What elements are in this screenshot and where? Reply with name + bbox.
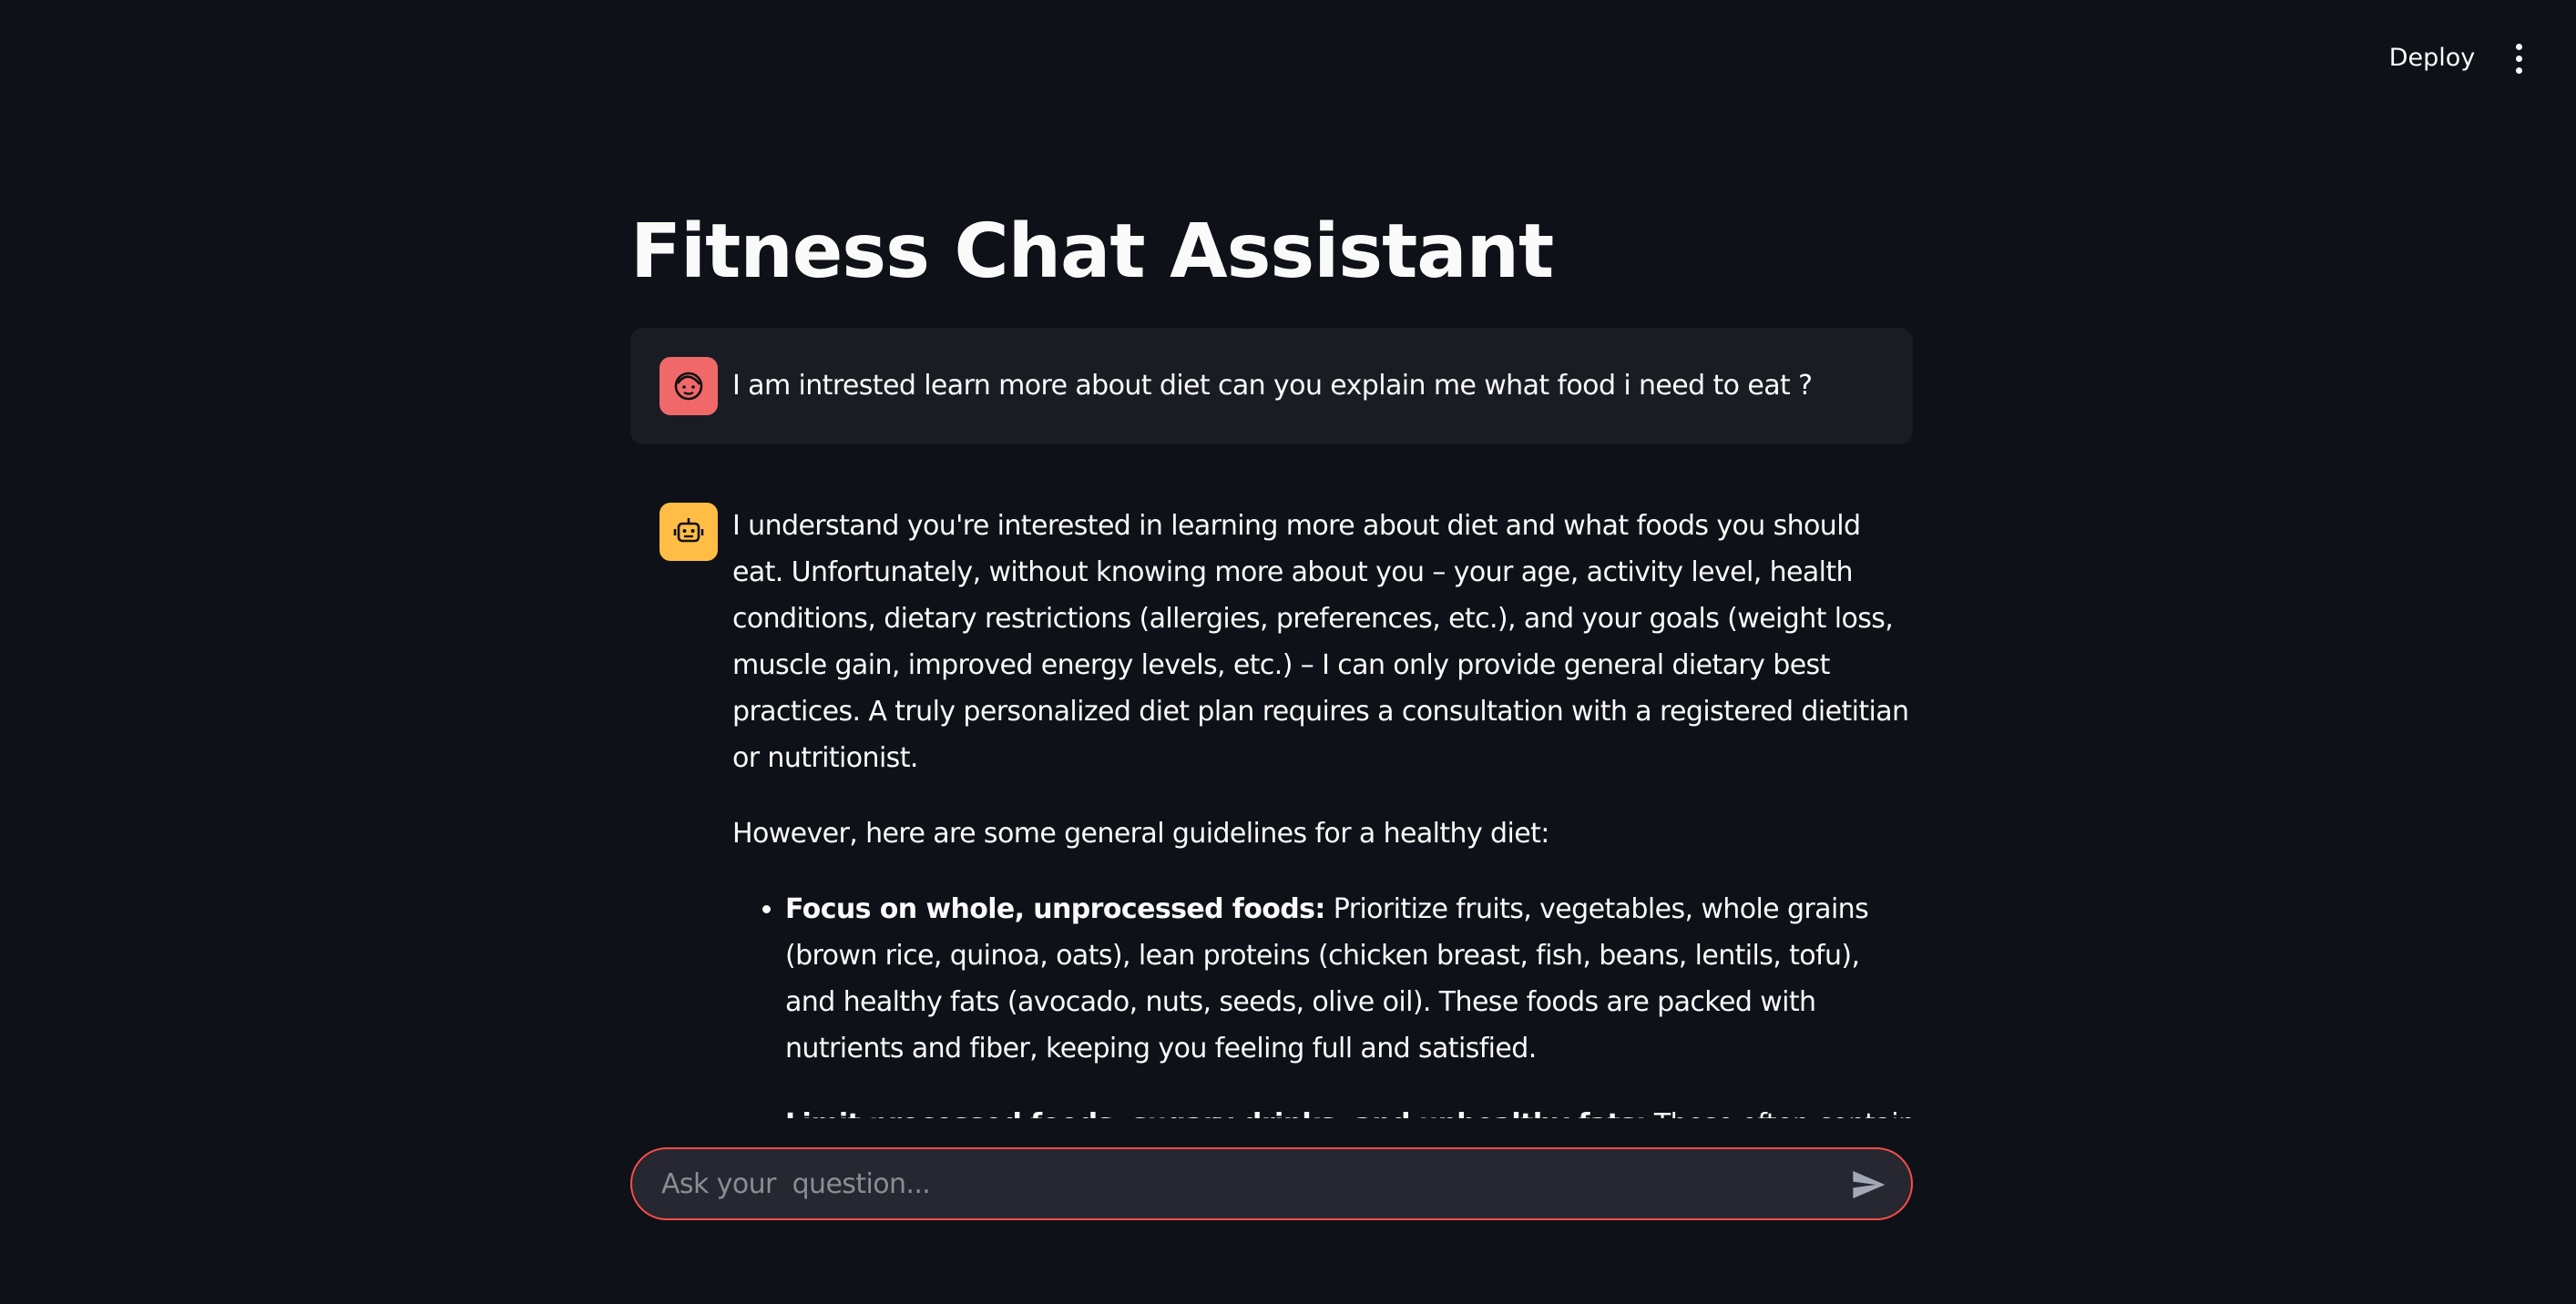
user-message-text: I am intrested learn more about diet can…: [732, 370, 1813, 402]
guideline-list: Focus on whole, unprocessed foods: Prior…: [732, 886, 1913, 1118]
deploy-button[interactable]: Deploy: [2379, 36, 2485, 80]
assistant-message: I understand you're interested in learni…: [630, 503, 1913, 1118]
page-title: Fitness Chat Assistant: [630, 209, 1554, 295]
vertical-dots-icon[interactable]: [2503, 36, 2534, 80]
robot-icon: [659, 503, 718, 561]
chat-input-container: [630, 1147, 1913, 1220]
list-item: Limit processed foods, sugary drinks, an…: [785, 1101, 1913, 1118]
list-item-heading: Limit processed foods, sugary drinks, an…: [785, 1108, 1647, 1118]
app-page: Deploy Fitness Chat Assistant I am intre…: [0, 0, 2576, 1304]
menu-dot: [2515, 55, 2522, 62]
send-icon[interactable]: [1849, 1166, 1887, 1204]
assistant-paragraph: I understand you're interested in learni…: [732, 510, 1909, 774]
assistant-message-content: I understand you're interested in learni…: [732, 503, 1913, 1118]
list-item-heading: Focus on whole, unprocessed foods:: [785, 893, 1325, 925]
menu-dot: [2515, 66, 2522, 74]
menu-dot: [2515, 43, 2522, 50]
question-input[interactable]: [661, 1149, 1827, 1218]
user-face-icon: [659, 357, 718, 415]
list-item: Focus on whole, unprocessed foods: Prior…: [785, 886, 1913, 1072]
assistant-paragraph: However, here are some general guideline…: [732, 818, 1549, 850]
user-message: I am intrested learn more about diet can…: [630, 328, 1913, 444]
